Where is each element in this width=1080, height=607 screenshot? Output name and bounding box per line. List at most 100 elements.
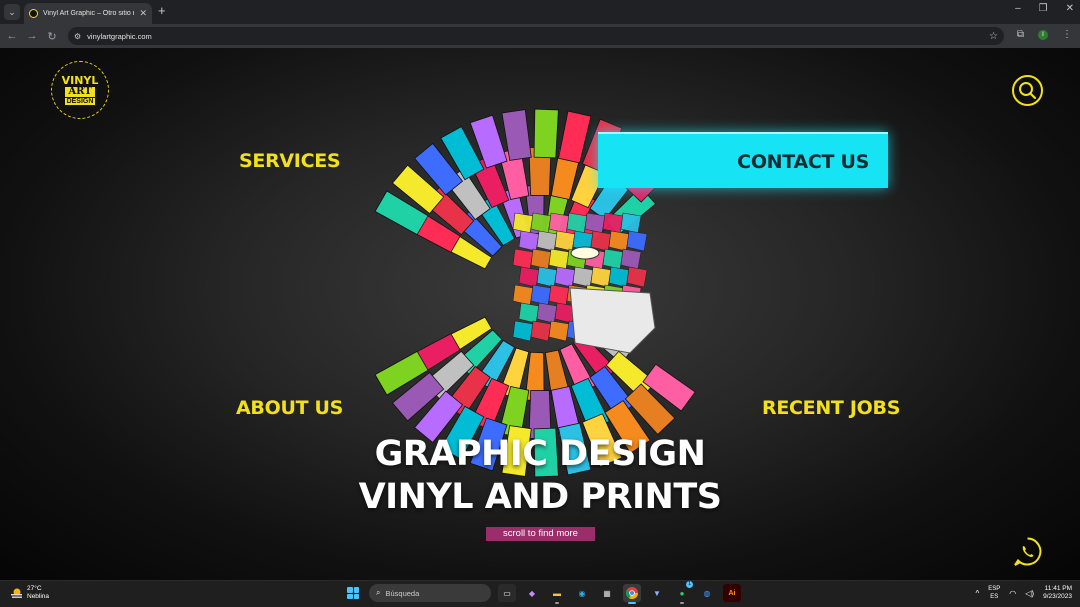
weather-desc: Neblina [27, 593, 50, 600]
site-favicon-icon [29, 9, 38, 18]
lion-eye [570, 246, 600, 260]
face-facet [530, 248, 552, 270]
whatsapp-button[interactable] [1012, 536, 1043, 567]
face-facet [626, 230, 648, 252]
tab-search-icon[interactable]: ⌄ [4, 4, 20, 20]
website-viewport: VINYL ART DESIGN CONTACT US SERVICES ABO… [0, 48, 1080, 580]
browser-tab[interactable]: Vinyl Art Graphic – Otro sitio realizado… [24, 3, 152, 24]
browser-toolbar: ← → ↻ ⚙ vinylartgraphic.com ☆ ⧉ I ⋮ [0, 24, 1080, 48]
search-button[interactable] [1012, 75, 1043, 106]
taskbar-search[interactable]: ⌕ Búsqueda [369, 584, 491, 602]
mane-block [533, 108, 559, 159]
face-facet [518, 266, 540, 288]
face-facet [512, 248, 534, 270]
search-icon: ⌕ [376, 588, 381, 597]
contact-us-block[interactable]: CONTACT US [598, 132, 888, 188]
face-facet [512, 212, 534, 234]
windows-taskbar: 27°C Neblina ⌕ Búsqueda ▭ ◆ ▬ ◉ ▦ ▼ ● 1 [0, 580, 1080, 607]
face-facet [530, 320, 552, 342]
lang-top: ESP [988, 586, 1001, 592]
reload-icon[interactable]: ↻ [42, 30, 62, 43]
nav-services[interactable]: SERVICES [239, 150, 341, 172]
weather-widget[interactable]: 27°C Neblina [10, 585, 49, 601]
copilot-icon[interactable]: ◆ [523, 584, 541, 602]
close-window-icon[interactable]: ✕ [1066, 3, 1074, 14]
address-bar[interactable]: ⚙ vinylartgraphic.com ☆ [68, 27, 1004, 45]
clock-date: 9/23/2023 [1043, 593, 1072, 600]
menu-icon[interactable]: ⋮ [1062, 29, 1072, 40]
illustrator-icon[interactable]: Ai [723, 584, 741, 602]
face-facet [608, 230, 630, 252]
task-view-icon[interactable]: ▭ [498, 584, 516, 602]
show-hidden-icons-icon[interactable]: ^ [975, 589, 979, 598]
profile-avatar[interactable]: I [1038, 29, 1048, 40]
file-explorer-icon[interactable]: ▬ [548, 584, 566, 604]
face-facet [530, 212, 552, 234]
whatsapp-icon [1014, 537, 1042, 566]
hero-line-vinyl-prints: VINYL AND PRINTS [358, 477, 722, 517]
system-tray: ^ ESP ES ◠ ◁) 11:41 PM 9/23/2023 [975, 585, 1072, 601]
minimize-icon[interactable]: – [1015, 3, 1021, 14]
face-facet [512, 284, 534, 306]
site-logo[interactable]: VINYL ART DESIGN [51, 61, 109, 119]
app-blue-icon[interactable]: ◍ [698, 584, 716, 602]
face-facet [602, 212, 624, 234]
scroll-to-find-more[interactable]: scroll to find more [486, 527, 595, 541]
nav-contact-us[interactable]: CONTACT US [737, 151, 869, 173]
taskbar-search-placeholder: Búsqueda [385, 588, 420, 598]
taskbar-apps: ⌕ Búsqueda ▭ ◆ ▬ ◉ ▦ ▼ ● 1 ◍ Ai [344, 581, 741, 604]
face-facet [518, 230, 540, 252]
logo-line-design: DESIGN [64, 98, 96, 105]
clock[interactable]: 11:41 PM 9/23/2023 [1043, 585, 1072, 601]
face-facet [548, 320, 570, 342]
nav-recent-jobs[interactable]: RECENT JOBS [762, 397, 900, 419]
url-text[interactable]: vinylartgraphic.com [87, 32, 989, 41]
tab-title: Vinyl Art Graphic – Otro sitio realizado [43, 10, 134, 17]
restore-icon[interactable]: ❐ [1039, 3, 1048, 14]
window-controls: – ❐ ✕ [1015, 3, 1074, 14]
face-facet [548, 212, 570, 234]
logo-line-vinyl: VINYL [61, 74, 99, 87]
lang-bottom: ES [990, 594, 999, 600]
chrome-icon[interactable] [623, 584, 641, 604]
extensions-icon[interactable]: ⧉ [1017, 29, 1024, 40]
hero-heading: GRAPHIC DESIGN VINYL AND PRINTS [0, 433, 1080, 519]
nav-about-us[interactable]: ABOUT US [236, 397, 343, 419]
new-tab-icon[interactable]: + [158, 3, 166, 18]
face-facet [584, 212, 606, 234]
logo-line-art: ART [65, 87, 95, 97]
whatsapp-taskbar-icon[interactable]: ● 1 [673, 581, 693, 604]
face-facet [536, 302, 558, 324]
face-facet [572, 266, 594, 288]
language-indicator[interactable]: ESP ES [988, 585, 1000, 601]
lion-snout [569, 287, 656, 354]
weather-fog-icon [11, 588, 22, 598]
forward-icon[interactable]: → [22, 30, 42, 42]
star-icon[interactable]: ☆ [989, 31, 998, 42]
vpn-app-icon[interactable]: ▼ [648, 584, 666, 602]
face-facet [518, 302, 540, 324]
face-facet [512, 320, 534, 342]
edge-icon[interactable]: ◉ [573, 584, 591, 602]
face-facet [536, 266, 558, 288]
face-facet [536, 230, 558, 252]
face-facet [566, 212, 588, 234]
site-info-icon[interactable]: ⚙ [74, 32, 81, 41]
windows-start-icon[interactable] [344, 584, 362, 602]
face-facet [626, 266, 648, 288]
microsoft-store-icon[interactable]: ▦ [598, 584, 616, 602]
close-tab-icon[interactable]: ✕ [139, 8, 147, 19]
face-facet [620, 248, 642, 270]
face-facet [548, 284, 570, 306]
weather-temp: 27°C [27, 585, 42, 592]
face-facet [620, 212, 642, 234]
face-facet [602, 248, 624, 270]
volume-icon[interactable]: ◁) [1025, 589, 1034, 598]
notification-badge: 1 [686, 581, 693, 588]
browser-tab-bar: ⌄ Vinyl Art Graphic – Otro sitio realiza… [0, 0, 1080, 24]
face-facet [554, 230, 576, 252]
wifi-icon[interactable]: ◠ [1009, 589, 1016, 598]
back-icon[interactable]: ← [2, 30, 22, 42]
face-facet [608, 266, 630, 288]
clock-time: 11:41 PM [1044, 585, 1072, 592]
